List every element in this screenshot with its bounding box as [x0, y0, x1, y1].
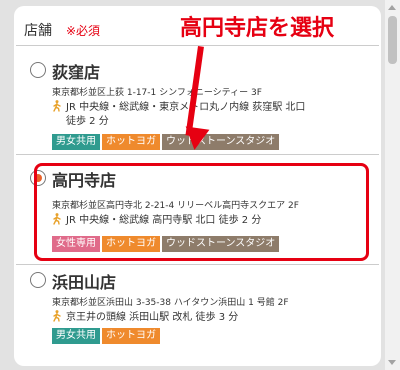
section-title: 店舗	[24, 23, 52, 39]
tag-badge: ウッドストーンスタジオ	[162, 134, 280, 150]
scrollbar-thumb[interactable]	[388, 16, 397, 64]
store-access: JR 中央線・総武線・東京メトロ丸ノ内線 荻窪駅 北口 徒歩 2 分	[52, 100, 362, 129]
store-tags: 男女共用 ホットヨガ ウッドストーンスタジオ	[52, 134, 280, 150]
required-label: ※必須	[66, 24, 101, 38]
store-address: 東京都杉並区浜田山 3-35-38 ハイタウン浜田山 1 号館 2F	[52, 298, 289, 308]
access-line-1: 京王井の頭線 浜田山駅 改札 徒歩 3 分	[66, 312, 239, 323]
radio-button[interactable]	[30, 272, 46, 288]
tag-badge: ホットヨガ	[102, 328, 160, 344]
store-tags: 男女共用 ホットヨガ	[52, 328, 160, 344]
walking-person-icon	[53, 100, 61, 112]
access-line-1: JR 中央線・総武線・東京メトロ丸ノ内線 荻窪駅 北口	[66, 102, 306, 113]
store-name: 荻窪店	[52, 63, 101, 82]
annotation-callout: 高円寺店を選択	[178, 15, 335, 43]
radio-button[interactable]	[30, 62, 46, 78]
walking-person-icon	[53, 310, 61, 322]
scrollbar[interactable]	[385, 0, 400, 370]
scroll-up-icon[interactable]	[388, 5, 396, 10]
store-option-hamadayama[interactable]: 浜田山店 東京都杉並区浜田山 3-35-38 ハイタウン浜田山 1 号館 2F …	[16, 264, 379, 364]
selection-highlight-frame	[34, 163, 369, 261]
tag-badge: ホットヨガ	[102, 134, 160, 150]
annotation-arrow-head	[182, 126, 210, 152]
access-line-2: 徒歩 2 分	[66, 116, 109, 127]
scroll-down-icon[interactable]	[388, 360, 396, 365]
store-address: 東京都杉並区上荻 1-17-1 シンフォニーシティー 3F	[52, 88, 262, 98]
tag-badge: 男女共用	[52, 134, 100, 150]
store-name: 浜田山店	[52, 273, 117, 292]
tag-badge: 男女共用	[52, 328, 100, 344]
store-access: 京王井の頭線 浜田山駅 改札 徒歩 3 分	[52, 310, 362, 325]
